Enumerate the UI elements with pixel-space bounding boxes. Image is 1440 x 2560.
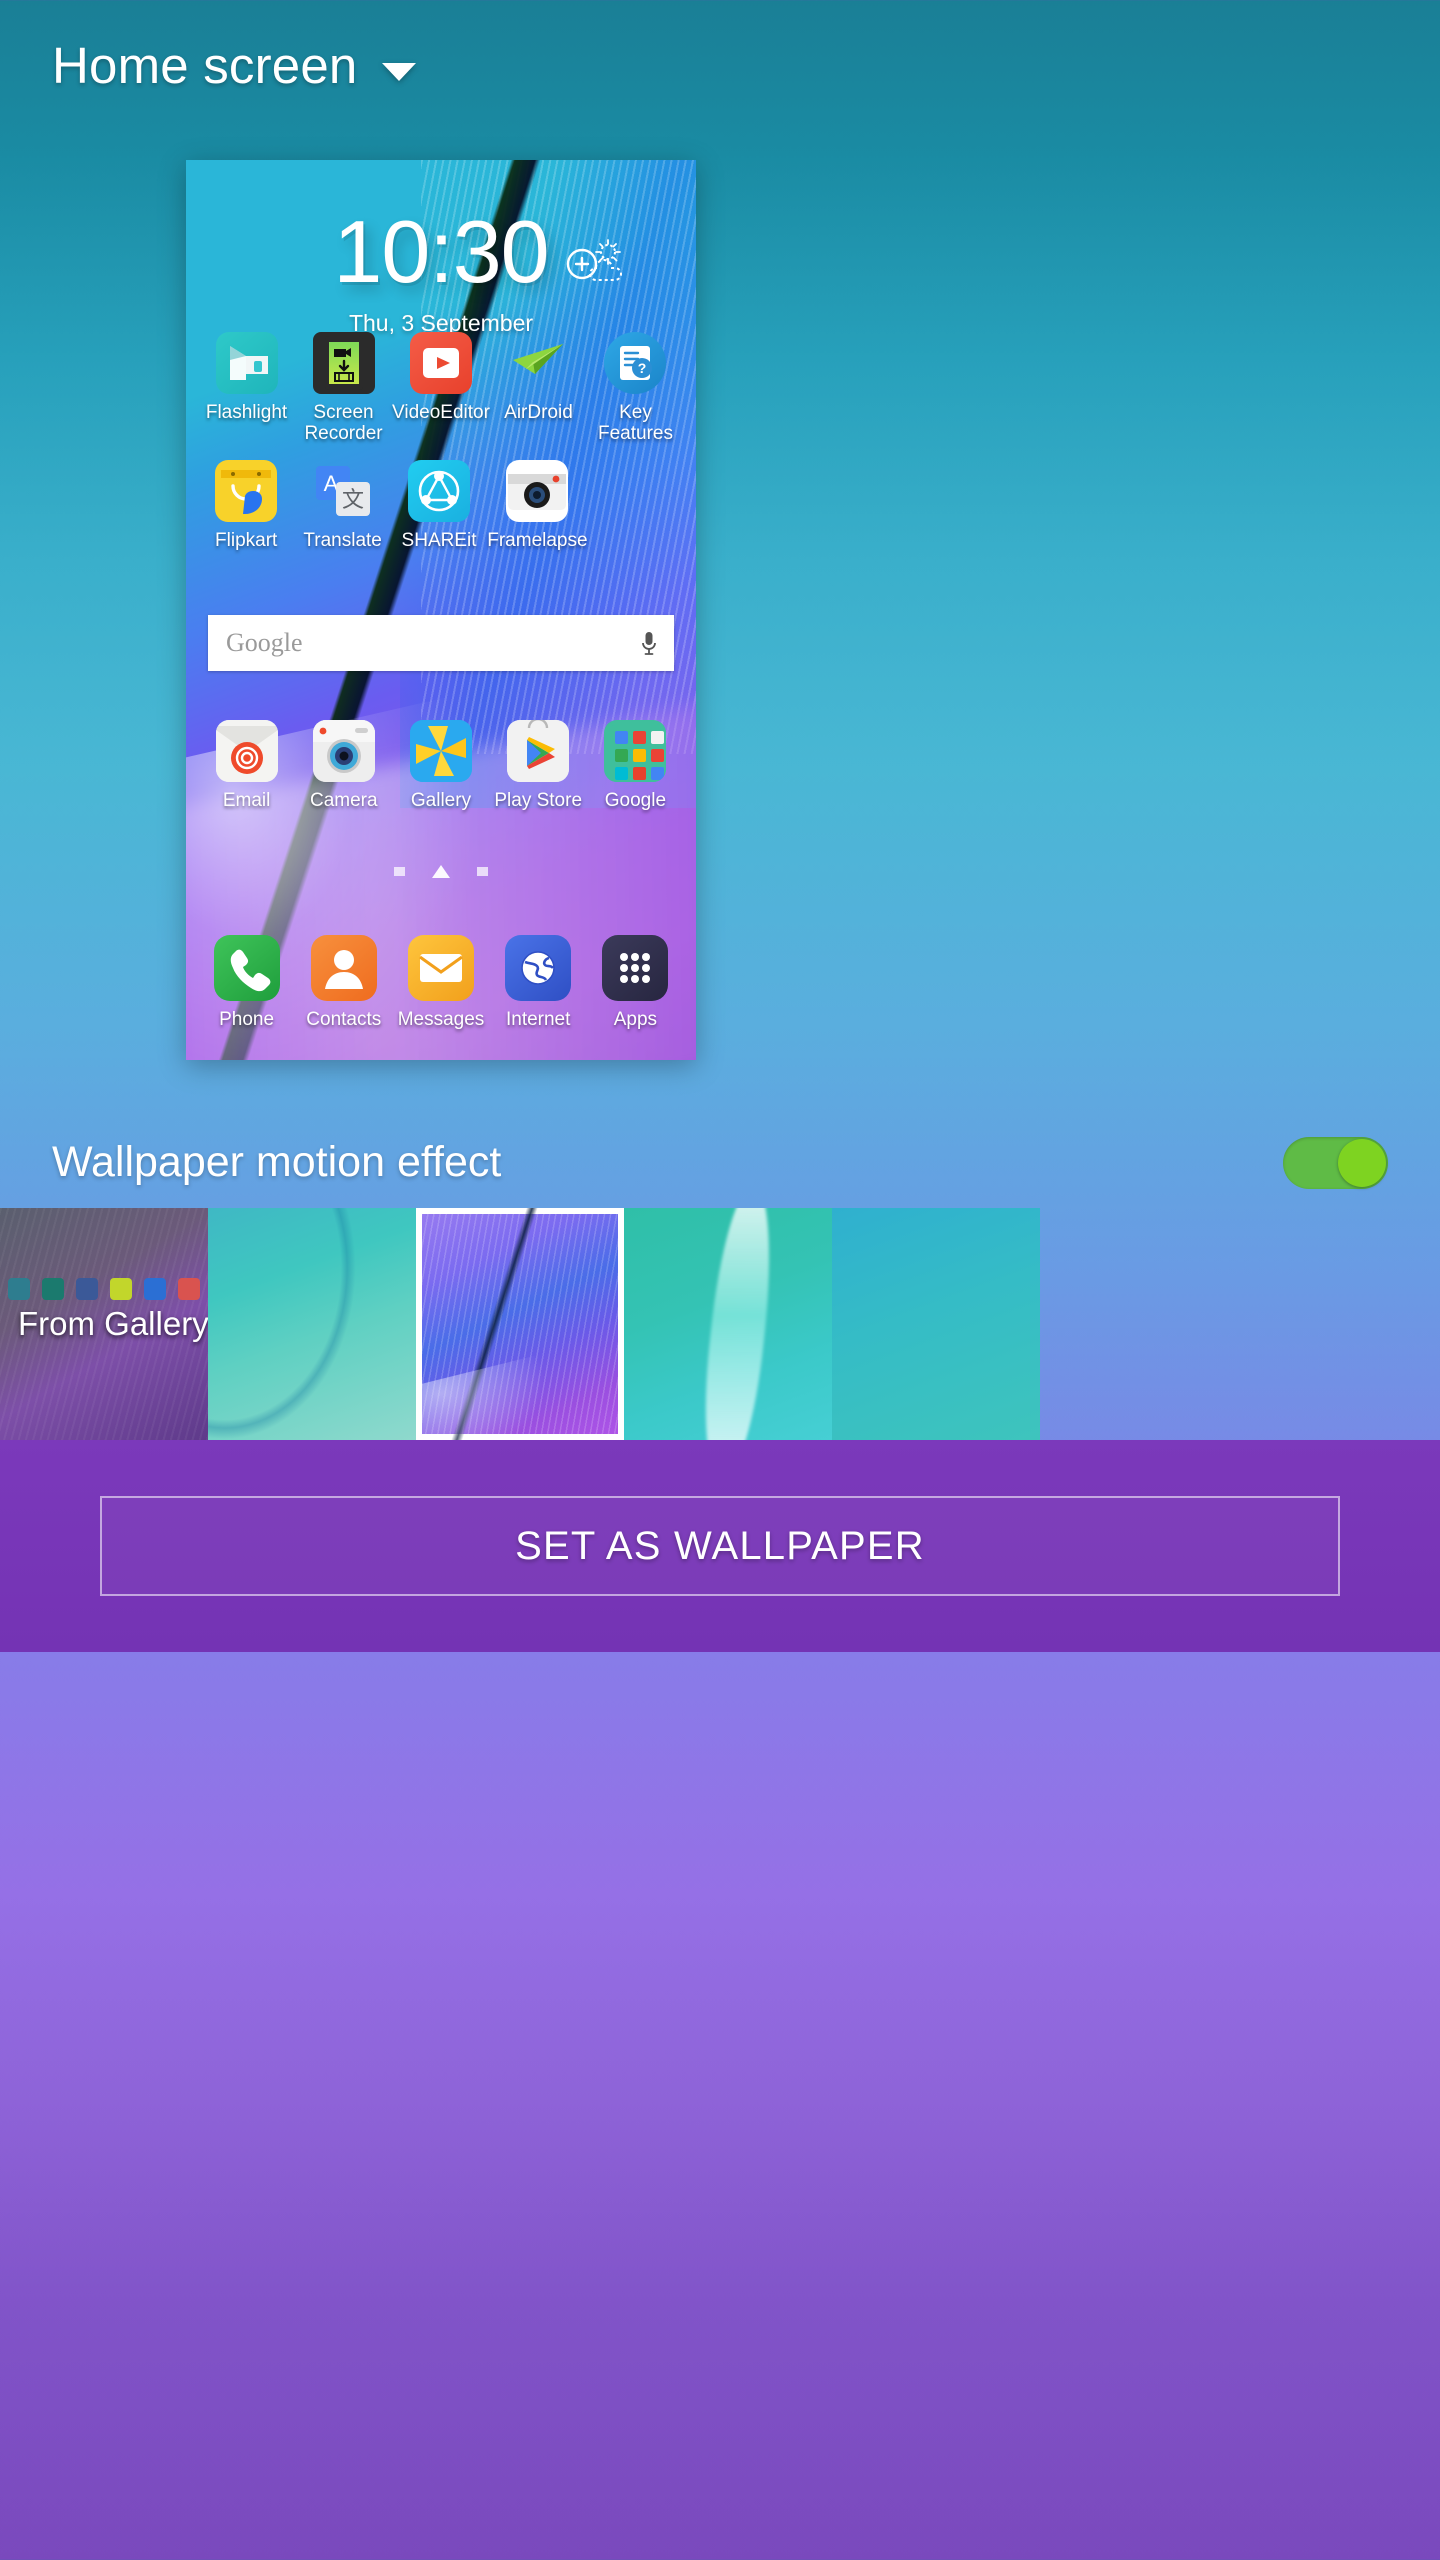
apps-grid-icon <box>602 935 669 1001</box>
app-label: VideoEditor <box>392 402 490 423</box>
app-flipkart[interactable]: Flipkart <box>198 460 294 552</box>
thumbnail-curve <box>208 1208 375 1440</box>
app-gallery[interactable]: Gallery <box>392 720 489 812</box>
page-indicator <box>186 865 696 878</box>
app-empty-slot <box>588 460 684 552</box>
dock-messages[interactable]: Messages <box>392 935 489 1031</box>
app-label: Screen Recorder <box>304 402 383 444</box>
translate-icon: A 文 <box>312 460 374 522</box>
messages-icon <box>407 935 474 1001</box>
dock-contacts[interactable]: Contacts <box>295 935 392 1031</box>
dock-label: Contacts <box>306 1009 382 1030</box>
app-key-features[interactable]: ? Key Features <box>587 332 684 445</box>
set-as-wallpaper-button[interactable]: SET AS WALLPAPER <box>100 1496 1340 1596</box>
page-dot[interactable] <box>394 867 405 876</box>
google-search-bar[interactable]: Google <box>208 615 674 671</box>
home-screen-selector[interactable]: Home screen <box>52 36 416 95</box>
flashlight-icon <box>215 332 278 394</box>
home-screen-preview[interactable]: 10:30 Thu, 3 September Flashlight Screen… <box>186 160 696 1060</box>
internet-icon <box>505 935 572 1001</box>
app-framelapse[interactable]: Framelapse <box>487 460 588 552</box>
thumbnail-teal-curve[interactable] <box>208 1208 416 1440</box>
contacts-icon <box>310 935 377 1001</box>
from-gallery-label: From Gallery <box>18 1305 208 1342</box>
app-camera[interactable]: Camera <box>295 720 392 812</box>
app-label: Google <box>604 790 667 811</box>
bottom-action-bar: SET AS WALLPAPER <box>0 1440 1440 1652</box>
dock-label: Messages <box>397 1009 485 1030</box>
thumbnail-app-icons <box>8 1278 200 1300</box>
dock-label: Apps <box>613 1009 658 1030</box>
app-google-folder[interactable]: Google <box>587 720 684 812</box>
svg-text:文: 文 <box>342 487 364 512</box>
app-label: Camera <box>310 790 378 811</box>
app-label: Email <box>222 790 271 811</box>
framelapse-icon <box>506 460 569 522</box>
screen-header: Home screen <box>0 0 1440 160</box>
dock-phone[interactable]: Phone <box>198 935 295 1031</box>
google-folder-icon <box>604 720 667 782</box>
app-play-store[interactable]: Play Store <box>490 720 587 812</box>
screen-recorder-icon <box>312 332 375 394</box>
app-translate[interactable]: A 文 Translate <box>294 460 390 552</box>
dock-apps[interactable]: Apps <box>587 935 684 1031</box>
app-label: Framelapse <box>487 530 588 551</box>
chevron-down-icon[interactable] <box>381 62 416 81</box>
thumbnail-teal-gradient[interactable] <box>832 1208 1040 1440</box>
thumbnail-from-gallery[interactable]: From Gallery <box>0 1208 208 1440</box>
app-row-2: Flipkart A 文 Translate SHAREit Framelaps… <box>198 460 684 552</box>
app-label: SHAREit <box>401 530 477 551</box>
app-row-1: Flashlight Screen Recorder VideoEditor A… <box>198 332 684 445</box>
video-editor-icon <box>409 332 472 394</box>
dock-internet[interactable]: Internet <box>490 935 587 1031</box>
app-label: AirDroid <box>504 402 573 423</box>
microphone-icon[interactable] <box>640 630 656 656</box>
app-email[interactable]: Email <box>198 720 295 812</box>
key-features-icon: ? <box>604 332 667 394</box>
app-flashlight[interactable]: Flashlight <box>198 332 295 445</box>
motion-effect-toggle[interactable] <box>1283 1136 1388 1189</box>
airdroid-icon <box>507 332 569 394</box>
motion-effect-label: Wallpaper motion effect <box>52 1138 502 1186</box>
camera-icon <box>312 720 375 782</box>
toggle-knob <box>1338 1138 1386 1187</box>
app-row-3: Email Camera Gallery Play Store Google <box>198 720 684 812</box>
app-screen-recorder[interactable]: Screen Recorder <box>295 332 392 445</box>
app-label: Flashlight <box>205 402 288 423</box>
thumbnail-water-drop[interactable] <box>624 1208 832 1440</box>
dock-label: Phone <box>219 1009 275 1030</box>
play-store-icon <box>507 720 570 782</box>
email-icon <box>215 720 278 782</box>
flipkart-icon <box>215 460 278 522</box>
app-label: Translate <box>303 530 382 551</box>
search-input[interactable]: Google <box>226 628 640 658</box>
dock: Phone Contacts Messages Internet Apps <box>198 935 684 1031</box>
weather-add-icon[interactable] <box>566 238 630 284</box>
thumbnail-water-stream <box>696 1208 781 1440</box>
page-dot[interactable] <box>477 867 488 876</box>
wallpaper-thumbnail-strip[interactable]: From Gallery <box>0 1208 1440 1440</box>
app-label: Gallery <box>410 790 472 811</box>
phone-icon <box>213 935 280 1001</box>
svg-text:?: ? <box>638 360 647 376</box>
app-label: Play Store <box>494 790 583 811</box>
dock-label: Internet <box>505 1009 571 1030</box>
shareit-icon <box>408 460 471 522</box>
thumbnail-note5-selected[interactable] <box>416 1208 624 1440</box>
gallery-icon <box>409 720 472 782</box>
app-video-editor[interactable]: VideoEditor <box>392 332 490 445</box>
app-label: Key Features <box>597 402 673 444</box>
app-label: Flipkart <box>215 530 278 551</box>
app-shareit[interactable]: SHAREit <box>391 460 487 552</box>
page-dot-home[interactable] <box>432 865 450 878</box>
page-title: Home screen <box>52 37 358 94</box>
app-airdroid[interactable]: AirDroid <box>490 332 587 445</box>
